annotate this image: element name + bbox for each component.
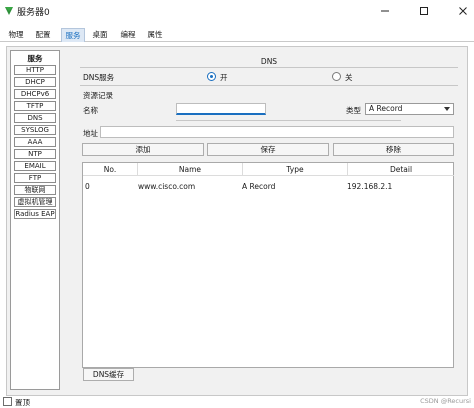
dns-on-label: 开 bbox=[220, 73, 228, 82]
always-on-top-label: 置顶 bbox=[15, 398, 30, 407]
type-select[interactable]: A Record bbox=[365, 103, 454, 115]
chevron-down-icon bbox=[444, 107, 450, 111]
service-item-radius-eap[interactable]: Radius EAP bbox=[14, 209, 56, 219]
tab-config[interactable]: 配置 bbox=[33, 28, 53, 42]
column-header-detail: Detail bbox=[348, 163, 454, 176]
column-header-type: Type bbox=[243, 163, 348, 176]
maximize-icon bbox=[420, 7, 428, 15]
cell-type: A Record bbox=[242, 182, 276, 191]
records-table: No. Name Type Detail 0 www.cisco.com A R… bbox=[82, 162, 454, 368]
dns-service-label: DNS服务 bbox=[83, 73, 115, 82]
server-app-icon bbox=[5, 7, 13, 15]
dns-off-radio[interactable] bbox=[332, 72, 341, 81]
tab-bar: 物理 配置 服务 桌面 编程 属性 bbox=[0, 28, 474, 42]
tab-programming[interactable]: 编程 bbox=[118, 28, 138, 42]
service-item-ftp[interactable]: FTP bbox=[14, 173, 56, 183]
dns-on-radio[interactable] bbox=[207, 72, 216, 81]
tab-desktop[interactable]: 桌面 bbox=[90, 28, 110, 42]
tab-services[interactable]: 服务 bbox=[61, 28, 85, 42]
type-select-value: A Record bbox=[369, 104, 403, 113]
tab-attributes[interactable]: 属性 bbox=[145, 28, 165, 42]
address-label: 地址 bbox=[83, 129, 98, 138]
minimize-button[interactable] bbox=[374, 3, 396, 19]
dns-off-label: 关 bbox=[345, 73, 353, 82]
address-input[interactable] bbox=[100, 126, 454, 138]
title-bar: 服务器0 bbox=[0, 0, 474, 24]
bottom-bar: 置顶 CSDN @Recursi bbox=[0, 396, 474, 408]
service-item-iot[interactable]: 物联网 bbox=[14, 185, 56, 195]
service-item-dns[interactable]: DNS bbox=[14, 113, 56, 123]
maximize-button[interactable] bbox=[413, 3, 435, 19]
service-item-tftp[interactable]: TFTP bbox=[14, 101, 56, 111]
close-button[interactable] bbox=[452, 3, 474, 19]
save-button[interactable]: 保存 bbox=[207, 143, 329, 156]
cell-name: www.cisco.com bbox=[138, 182, 196, 191]
dns-title: DNS bbox=[260, 57, 278, 66]
services-list: 服务 HTTP DHCP DHCPv6 TFTP DNS SYSLOG AAA … bbox=[10, 50, 60, 390]
watermark: CSDN @Recursi bbox=[420, 397, 471, 405]
name-input[interactable] bbox=[176, 103, 266, 115]
column-header-name: Name bbox=[138, 163, 243, 176]
type-label: 类型 bbox=[346, 106, 361, 115]
cell-detail: 192.168.2.1 bbox=[347, 182, 393, 191]
column-header-no: No. bbox=[83, 163, 138, 176]
always-on-top-checkbox[interactable] bbox=[3, 397, 12, 406]
service-item-dhcp[interactable]: DHCP bbox=[14, 77, 56, 87]
resource-records-label: 资源记录 bbox=[83, 91, 113, 100]
close-icon bbox=[459, 7, 467, 15]
service-item-http[interactable]: HTTP bbox=[14, 65, 56, 75]
tab-physical[interactable]: 物理 bbox=[6, 28, 26, 42]
service-item-syslog[interactable]: SYSLOG bbox=[14, 125, 56, 135]
services-header: 服务 bbox=[27, 54, 43, 63]
minimize-icon bbox=[381, 10, 389, 12]
service-item-ntp[interactable]: NTP bbox=[14, 149, 56, 159]
remove-button[interactable]: 移除 bbox=[333, 143, 454, 156]
name-label: 名称 bbox=[83, 106, 98, 115]
divider bbox=[80, 85, 458, 86]
service-item-dhcpv6[interactable]: DHCPv6 bbox=[14, 89, 56, 99]
divider bbox=[176, 120, 401, 121]
dns-panel: DNS DNS服务 开 关 资源记录 名称 类型 A Record 地址 添加 … bbox=[80, 50, 458, 390]
service-item-aaa[interactable]: AAA bbox=[14, 137, 56, 147]
window-title: 服务器0 bbox=[17, 8, 50, 18]
cell-no: 0 bbox=[85, 182, 90, 191]
divider bbox=[80, 67, 458, 68]
dns-cache-button[interactable]: DNS缓存 bbox=[83, 368, 134, 381]
service-item-vm-management[interactable]: 虚拟机管理 bbox=[14, 197, 56, 207]
add-button[interactable]: 添加 bbox=[82, 143, 204, 156]
service-item-email[interactable]: EMAIL bbox=[14, 161, 56, 171]
